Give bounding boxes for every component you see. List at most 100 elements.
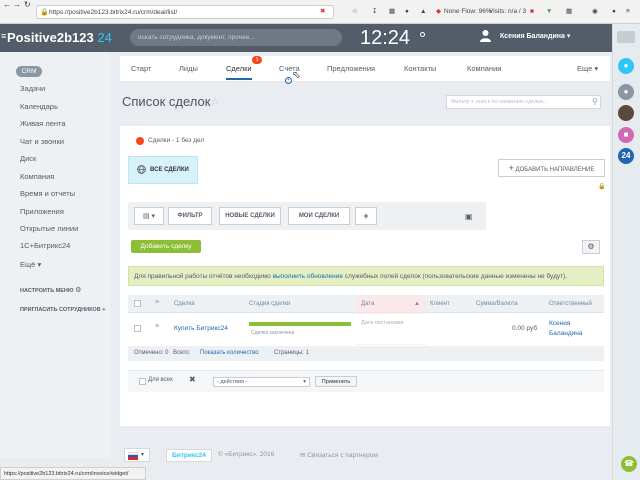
extension-icon-4[interactable]: ■ [530, 6, 534, 18]
browser-status-bar: https://positive2b123.bitrix24.ru/crm/in… [0, 467, 146, 480]
sidebar-item-apps[interactable]: Приложения [20, 207, 64, 216]
view-toggle-icon[interactable]: ▤ ▾ [134, 207, 164, 225]
apply-button[interactable]: Применить [315, 376, 357, 387]
filter-button[interactable]: ФИЛЬТР [168, 207, 212, 225]
stage-progress-bar[interactable] [249, 322, 351, 326]
contact-photo-avatar[interactable] [618, 105, 634, 121]
add-filter-button[interactable]: + [355, 207, 377, 225]
sidebar-item-calendar[interactable]: Календарь [20, 102, 58, 111]
responsible-first-link[interactable]: Ксения [549, 320, 570, 327]
responsible-last-link[interactable]: Баландина [549, 330, 583, 337]
download-icon[interactable]: ↧ [372, 6, 377, 18]
lock-icon: 🔒 [40, 9, 49, 16]
filter-search-input[interactable]: Фильтр + поиск по названию сделки... [446, 95, 601, 109]
extension-icon-7[interactable]: ◉ [592, 6, 598, 18]
online-call-icon[interactable]: ☎ [621, 456, 637, 472]
favorite-star-icon[interactable]: ☆ [210, 95, 220, 108]
tab-companies[interactable]: Компании [467, 64, 501, 73]
stop-icon[interactable]: ✖ [320, 6, 325, 18]
reload-icon[interactable]: ↻ [24, 0, 31, 9]
chat-icon: ✉ [300, 452, 306, 459]
sidebar-item-time[interactable]: Время и отчеты [20, 189, 75, 198]
sidebar-item-tasks[interactable]: Задачи [20, 84, 45, 93]
actions-dropdown[interactable]: - действия - ▾ [213, 377, 310, 387]
browser-menu-icon[interactable]: ≡ [626, 6, 630, 18]
select-all-checkbox[interactable] [134, 300, 141, 307]
for-all-checkbox[interactable] [139, 378, 146, 385]
row-checkbox[interactable] [134, 325, 141, 332]
search-icon[interactable]: ⚲ [592, 97, 598, 106]
col-date[interactable]: Дата [361, 301, 374, 307]
col-stage[interactable]: Стадия сделки [249, 301, 290, 307]
sidebar-item-crm[interactable]: CRM [16, 66, 42, 77]
sidebar-item-more[interactable]: Ещё ▾ [20, 260, 41, 269]
run-update-link[interactable]: выполнить обновление [273, 273, 343, 280]
invite-employees-link[interactable]: ПРИГЛАСИТЬ СОТРУДНИКОВ + [20, 307, 105, 313]
tab-start[interactable]: Старт [131, 64, 151, 73]
col-responsible[interactable]: Ответственный [549, 301, 592, 307]
column-settings-icon[interactable]: ≡ [155, 299, 159, 306]
sidebar-item-feed[interactable]: Живая лента [20, 119, 66, 128]
bitrix24-footer-logo[interactable]: Битрикс24 [166, 449, 212, 462]
tab-deals[interactable]: Сделки [226, 64, 252, 80]
sidebar-item-company[interactable]: Компания [20, 172, 54, 181]
chat-group-icon[interactable]: ■ [618, 127, 634, 143]
bookmark-star-icon[interactable]: ☆ [352, 6, 358, 18]
col-client[interactable]: Клиент [430, 301, 450, 307]
forward-icon[interactable]: → [13, 0, 21, 9]
show-count-link[interactable]: Показать количество [200, 346, 259, 361]
notifications-panel-icon[interactable] [617, 31, 635, 43]
extension-icon-8[interactable]: ● [612, 6, 616, 18]
for-all-label: Для всех [148, 377, 173, 383]
tab-contacts[interactable]: Контакты [404, 64, 436, 73]
add-deal-button[interactable]: Добавить сделку [131, 240, 201, 253]
kanban-view-icon[interactable]: ▣ [465, 212, 473, 221]
add-invoice-plus-icon[interactable]: + [285, 77, 292, 84]
row-menu-icon[interactable]: ≡ [155, 323, 159, 330]
bitrix24-bubble-icon[interactable]: 24 [618, 148, 634, 164]
delete-icon[interactable]: ✖ [189, 375, 196, 384]
marked-count: Отмечено: 0 [134, 350, 169, 356]
extension-icon-2[interactable]: ● [405, 6, 409, 18]
bell-icon[interactable]: ● [618, 58, 634, 74]
pin-icon[interactable]: ◆ [436, 6, 441, 18]
ext-none-flow[interactable]: None Flow: 96% [444, 6, 492, 18]
configure-menu-label: НАСТРОИТЬ МЕНЮ [20, 288, 74, 294]
sidebar-item-open-lines[interactable]: Открытые линии [20, 224, 78, 233]
new-deals-button[interactable]: НОВЫЕ СДЕЛКИ [219, 207, 281, 225]
sidebar-item-1c[interactable]: 1С+Битрикс24 [20, 241, 70, 250]
add-direction-button[interactable]: + ДОБАВИТЬ НАПРАВЛЕНИЕ [498, 159, 605, 177]
global-search-input[interactable]: искать сотрудника, документ, прочее... [130, 29, 342, 46]
back-icon[interactable]: ← [3, 0, 11, 9]
language-selector[interactable]: ▾ [124, 448, 150, 462]
deal-title-link[interactable]: Купить Битрикс24 [174, 325, 228, 332]
tab-more[interactable]: Еще ▾ [577, 64, 598, 73]
contact-partner-link[interactable]: ✉ Связаться с партнером [300, 451, 378, 459]
settings-gear-icon[interactable]: ⚙ [582, 240, 600, 254]
plus-icon: + [102, 307, 106, 313]
tab-quotes[interactable]: Предложения [327, 64, 375, 73]
url-text: https://positive2b123.bitrix24.ru/crm/de… [49, 9, 178, 16]
my-deals-button[interactable]: МОИ СДЕЛКИ [288, 207, 350, 225]
portal-logo[interactable]: Positive2b123 24 [7, 30, 112, 45]
actions-select-value: - действия - [217, 379, 248, 385]
user-name-text: Ксения Баландина [500, 33, 565, 40]
clock[interactable]: 12:24 [360, 27, 410, 50]
menu-icon[interactable]: ≡ [1, 31, 6, 41]
extension-icon-3[interactable]: ▲ [420, 6, 426, 18]
tab-leads[interactable]: Лиды [179, 64, 198, 73]
user-avatar-icon[interactable] [480, 29, 491, 42]
ext-visits[interactable]: Visits: n/a / 3 [489, 6, 526, 18]
sidebar-item-disk[interactable]: Диск [20, 154, 36, 163]
address-bar[interactable]: 🔒 https://positive2b123.bitrix24.ru/crm/… [36, 5, 334, 19]
extension-icon-6[interactable]: ▦ [566, 6, 572, 18]
sidebar-item-chat[interactable]: Чат и звонки [20, 137, 64, 146]
user-name[interactable]: Ксения Баландина ▾ [500, 32, 570, 40]
col-amount[interactable]: Сумма/Валюта [476, 301, 518, 307]
col-deal[interactable]: Сделка [174, 301, 195, 307]
extension-icon[interactable]: ▦ [389, 6, 395, 18]
extension-icon-5[interactable]: ▼ [546, 6, 552, 18]
configure-menu-link[interactable]: НАСТРОИТЬ МЕНЮ ⚙ [20, 286, 81, 294]
deals-summary[interactable]: Сделки - 1 без дел [148, 137, 204, 144]
contact-avatar-icon[interactable]: ● [618, 84, 634, 100]
